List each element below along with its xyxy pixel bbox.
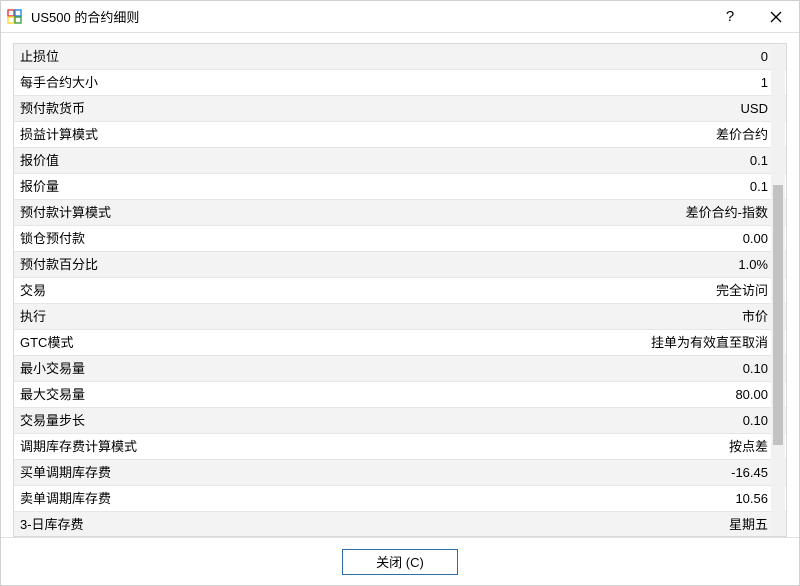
property-label: 调期库存费计算模式 — [14, 434, 729, 459]
close-button[interactable] — [753, 1, 799, 33]
property-label: GTC模式 — [14, 330, 651, 355]
property-label: 买单调期库存费 — [14, 460, 731, 485]
property-label: 止损位 — [14, 44, 761, 69]
property-label: 报价值 — [14, 148, 750, 173]
dialog-footer: 关闭 (C) — [1, 537, 799, 585]
table-row[interactable]: 止损位0 — [14, 44, 786, 70]
table-row[interactable]: 交易量步长0.10 — [14, 408, 786, 434]
property-label: 卖单调期库存费 — [14, 486, 735, 511]
vertical-scrollbar[interactable] — [771, 45, 785, 535]
property-label: 最大交易量 — [14, 382, 735, 407]
dialog-window: US500 的合约细则 ? 止损位0每手合约大小1预付款货币USD损益计算模式差… — [0, 0, 800, 586]
property-label: 3-日库存费 — [14, 512, 729, 536]
property-label: 报价量 — [14, 174, 750, 199]
table-row[interactable]: 预付款计算模式差价合约-指数 — [14, 200, 786, 226]
table-row[interactable]: 报价量0.1 — [14, 174, 786, 200]
table-row[interactable]: 每手合约大小1 — [14, 70, 786, 96]
property-label: 执行 — [14, 304, 742, 329]
table-row[interactable]: 3-日库存费星期五 — [14, 512, 786, 536]
property-label: 交易量步长 — [14, 408, 743, 433]
window-title: US500 的合约细则 — [29, 7, 707, 26]
property-label: 预付款计算模式 — [14, 200, 686, 225]
app-icon — [1, 9, 29, 25]
titlebar: US500 的合约细则 ? — [1, 1, 799, 33]
close-icon — [770, 11, 782, 23]
property-label: 交易 — [14, 278, 716, 303]
scrollbar-thumb[interactable] — [773, 185, 783, 445]
property-label: 每手合约大小 — [14, 70, 761, 95]
property-label: 预付款货币 — [14, 96, 741, 121]
properties-table: 止损位0每手合约大小1预付款货币USD损益计算模式差价合约报价值0.1报价量0.… — [13, 43, 787, 537]
table-row[interactable]: 报价值0.1 — [14, 148, 786, 174]
property-label: 最小交易量 — [14, 356, 743, 381]
table-row[interactable]: 交易完全访问 — [14, 278, 786, 304]
table-row[interactable]: 锁仓预付款0.00 — [14, 226, 786, 252]
table-row[interactable]: 损益计算模式差价合约 — [14, 122, 786, 148]
table-row[interactable]: 预付款百分比1.0% — [14, 252, 786, 278]
property-label: 预付款百分比 — [14, 252, 738, 277]
property-label: 锁仓预付款 — [14, 226, 743, 251]
close-dialog-button[interactable]: 关闭 (C) — [342, 549, 458, 575]
dialog-body: 止损位0每手合约大小1预付款货币USD损益计算模式差价合约报价值0.1报价量0.… — [1, 33, 799, 537]
table-row[interactable]: 最小交易量0.10 — [14, 356, 786, 382]
table-row[interactable]: 执行市价 — [14, 304, 786, 330]
property-value: 挂单为有效直至取消 — [651, 330, 786, 355]
property-label: 损益计算模式 — [14, 122, 716, 147]
table-scroll-area: 止损位0每手合约大小1预付款货币USD损益计算模式差价合约报价值0.1报价量0.… — [14, 44, 786, 536]
table-row[interactable]: 卖单调期库存费10.56 — [14, 486, 786, 512]
help-button[interactable]: ? — [707, 1, 753, 33]
table-row[interactable]: 预付款货币USD — [14, 96, 786, 122]
table-row[interactable]: 调期库存费计算模式按点差 — [14, 434, 786, 460]
table-row[interactable]: 最大交易量80.00 — [14, 382, 786, 408]
table-row[interactable]: GTC模式挂单为有效直至取消 — [14, 330, 786, 356]
table-row[interactable]: 买单调期库存费-16.45 — [14, 460, 786, 486]
